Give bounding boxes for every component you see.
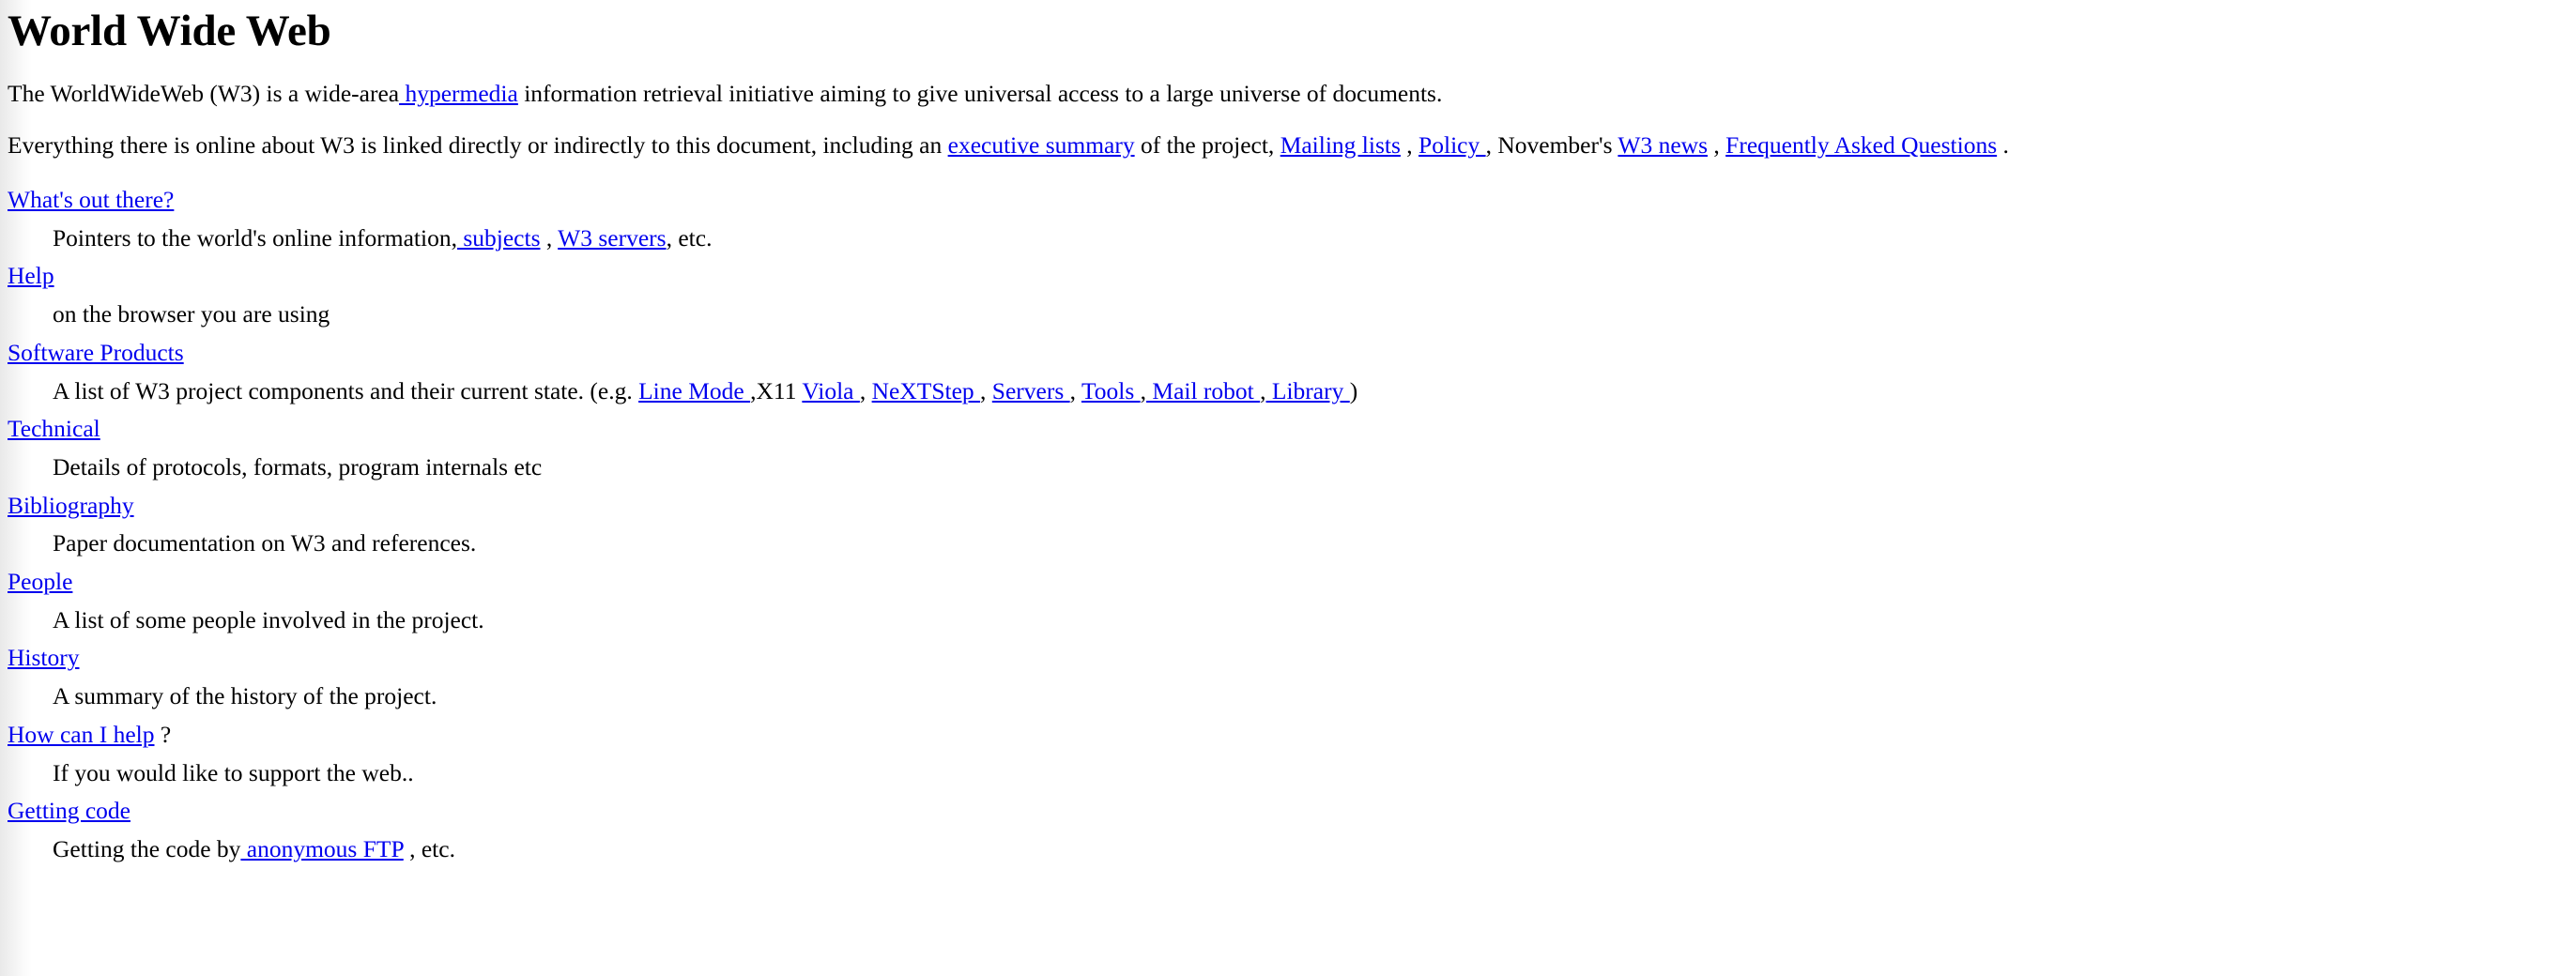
desc-text-3: , bbox=[859, 376, 872, 404]
index-term-suffix: ? bbox=[154, 720, 172, 748]
link-how-can-i-help[interactable]: How can I help bbox=[8, 721, 155, 748]
overview-text-6: . bbox=[1997, 131, 2009, 159]
index-term-bibliography: Bibliography bbox=[8, 487, 2568, 526]
desc-text-8: ) bbox=[1349, 376, 1358, 404]
index-term-technical: Technical bbox=[8, 410, 2568, 449]
link-tools[interactable]: Tools bbox=[1081, 377, 1141, 404]
page-title: World Wide Web bbox=[8, 7, 331, 55]
overview-text-4: , November's bbox=[1485, 131, 1618, 159]
link-executive-summary[interactable]: executive summary bbox=[948, 131, 1135, 159]
index-term-history: History bbox=[8, 639, 2568, 678]
overview-paragraph: Everything there is online about W3 is l… bbox=[8, 131, 2568, 160]
document-body: World Wide Web The WorldWideWeb (W3) is … bbox=[0, 0, 2576, 869]
link-people[interactable]: People bbox=[8, 568, 72, 595]
index-desc-getting-code: Getting the code by anonymous FTP , etc. bbox=[53, 831, 2568, 869]
desc-text-2: , etc. bbox=[403, 834, 455, 862]
index-desc-help: on the browser you are using bbox=[53, 296, 2568, 334]
overview-text-3: , bbox=[1400, 131, 1419, 159]
desc-text-1: A list of W3 project components and thei… bbox=[53, 376, 639, 404]
index-term-people: People bbox=[8, 563, 2568, 602]
link-frequently-asked-questions[interactable]: Frequently Asked Questions bbox=[1725, 131, 1997, 159]
link-subjects[interactable]: subjects bbox=[457, 224, 540, 252]
link-mailing-lists[interactable]: Mailing lists bbox=[1280, 131, 1401, 159]
link-library[interactable]: Library bbox=[1266, 377, 1350, 404]
overview-text-2: of the project, bbox=[1134, 131, 1280, 159]
intro-text-before-link: The WorldWideWeb (W3) is a wide-area bbox=[8, 80, 400, 107]
desc-text-3: , etc. bbox=[666, 223, 713, 252]
desc-text-5: , bbox=[1069, 376, 1081, 404]
desc-text-1: Getting the code by bbox=[53, 834, 241, 862]
link-technical[interactable]: Technical bbox=[8, 415, 100, 442]
desc-text-1: on the browser you are using bbox=[53, 300, 330, 328]
link-line-mode[interactable]: Line Mode bbox=[638, 377, 750, 404]
desc-text-1: Pointers to the world's online informati… bbox=[53, 223, 457, 252]
overview-text-5: , bbox=[1708, 131, 1726, 159]
desc-text-1: A summary of the history of the project. bbox=[53, 682, 437, 710]
link-help[interactable]: Help bbox=[8, 262, 54, 289]
link-getting-code[interactable]: Getting code bbox=[8, 797, 130, 824]
index-desc-how-can-i-help: If you would like to support the web.. bbox=[53, 755, 2568, 793]
link-servers[interactable]: Servers bbox=[992, 377, 1070, 404]
overview-text-1: Everything there is online about W3 is l… bbox=[8, 131, 948, 159]
index-term-how-can-i-help: How can I help ? bbox=[8, 716, 2568, 755]
desc-text-4: , bbox=[980, 376, 992, 404]
desc-text-1: Paper documentation on W3 and references… bbox=[53, 529, 477, 557]
desc-text-2: , bbox=[540, 223, 559, 252]
link-bibliography[interactable]: Bibliography bbox=[8, 492, 134, 519]
link-hypermedia[interactable]: hypermedia bbox=[399, 80, 517, 107]
link-mail-robot[interactable]: Mail robot bbox=[1146, 377, 1260, 404]
link-software-products[interactable]: Software Products bbox=[8, 339, 184, 366]
index-desc-people: A list of some people involved in the pr… bbox=[53, 602, 2568, 640]
link-anonymous-ftp[interactable]: anonymous FTP bbox=[240, 835, 404, 862]
index-desc-history: A summary of the history of the project. bbox=[53, 678, 2568, 716]
index-desc-whats-out-there: Pointers to the world's online informati… bbox=[53, 220, 2568, 258]
index-term-help: Help bbox=[8, 257, 2568, 296]
index-term-getting-code: Getting code bbox=[8, 792, 2568, 831]
link-w3-news[interactable]: W3 news bbox=[1618, 131, 1708, 159]
site-index-list: What's out there? Pointers to the world'… bbox=[8, 181, 2568, 869]
link-whats-out-there[interactable]: What's out there? bbox=[8, 186, 174, 213]
desc-text-1: If you would like to support the web.. bbox=[53, 758, 414, 786]
link-policy[interactable]: Policy bbox=[1418, 131, 1486, 159]
intro-paragraph: The WorldWideWeb (W3) is a wide-area hyp… bbox=[8, 80, 2568, 108]
index-term-whats-out-there: What's out there? bbox=[8, 181, 2568, 220]
index-desc-software-products: A list of W3 project components and thei… bbox=[53, 373, 2568, 411]
desc-text-1: A list of some people involved in the pr… bbox=[53, 605, 484, 633]
index-desc-technical: Details of protocols, formats, program i… bbox=[53, 449, 2568, 487]
link-nextstep[interactable]: NeXTStep bbox=[872, 377, 980, 404]
link-history[interactable]: History bbox=[8, 644, 80, 671]
desc-text-1: Details of protocols, formats, program i… bbox=[53, 452, 543, 480]
desc-text-2: ,X11 bbox=[750, 376, 803, 404]
index-desc-bibliography: Paper documentation on W3 and references… bbox=[53, 525, 2568, 563]
intro-text-after-link: information retrieval initiative aiming … bbox=[517, 80, 1443, 107]
link-w3-servers[interactable]: W3 servers bbox=[558, 224, 666, 252]
link-viola[interactable]: Viola bbox=[802, 377, 860, 404]
index-term-software-products: Software Products bbox=[8, 334, 2568, 373]
